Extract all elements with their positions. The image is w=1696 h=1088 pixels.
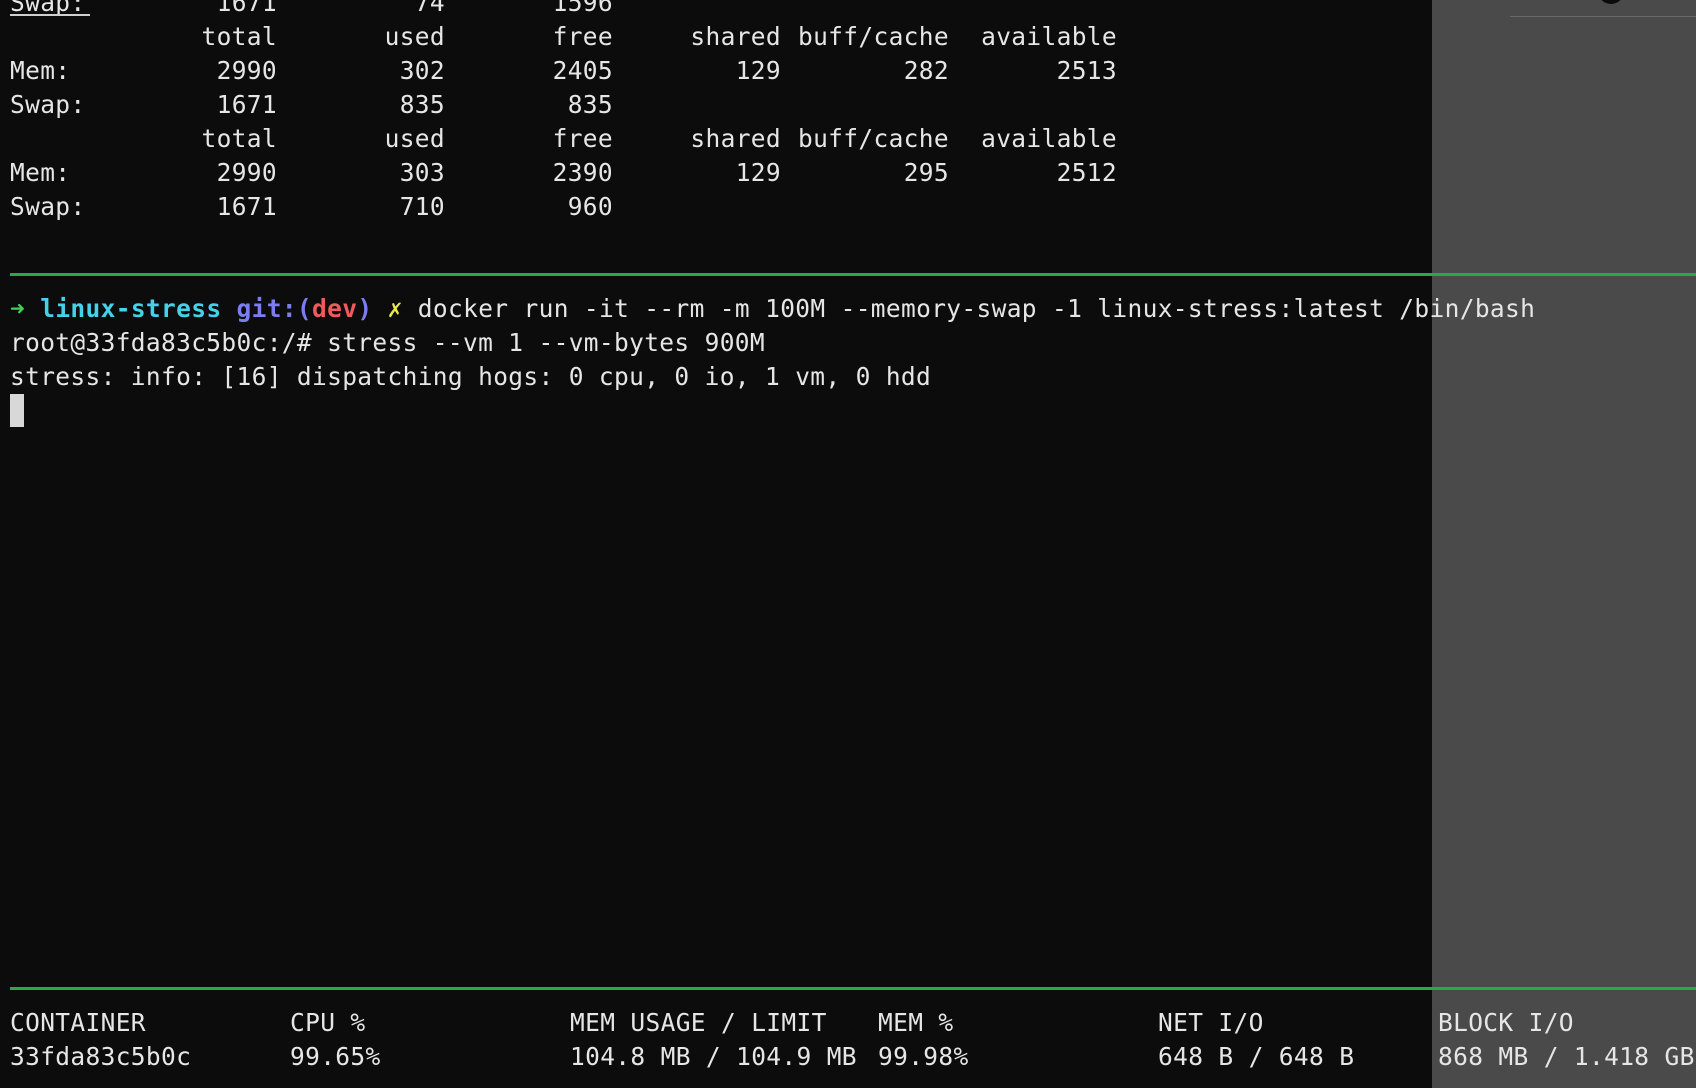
header-shared: shared — [690, 124, 781, 153]
prompt-branch: dev — [312, 294, 358, 323]
cell-shared: 129 — [735, 158, 781, 187]
side-panel — [1432, 0, 1696, 1088]
header-available: available — [981, 22, 1117, 51]
cell-used: 303 — [399, 158, 445, 187]
header-shared: shared — [690, 22, 781, 51]
header-free: free — [552, 22, 613, 51]
row-label: Mem: — [10, 56, 71, 85]
header-used: used — [384, 124, 445, 153]
pane-divider[interactable] — [10, 273, 1696, 276]
container-command-line: root@33fda83c5b0c:/# stress --vm 1 --vm-… — [10, 328, 766, 357]
cell-free: 960 — [567, 192, 613, 221]
header-cpu: CPU % — [290, 1008, 366, 1037]
prompt-git-open: git:( — [236, 294, 313, 323]
header-mem-usage: MEM USAGE / LIMIT — [570, 1008, 827, 1037]
header-buff-cache: buff/cache — [797, 22, 949, 51]
stat-container: 33fda83c5b0c — [10, 1042, 192, 1071]
cell-used: 302 — [399, 56, 445, 85]
header-buff-cache: buff/cache — [797, 124, 949, 153]
terminal-pane[interactable] — [0, 0, 1432, 1088]
cell-free: 2405 — [552, 56, 613, 85]
cell-shared: 129 — [735, 56, 781, 85]
row-label: Mem: — [10, 158, 71, 187]
cell-used: 710 — [399, 192, 445, 221]
cell-total: 1671 — [216, 0, 277, 17]
cell-available: 2512 — [1056, 158, 1117, 187]
header-available: available — [981, 124, 1117, 153]
cell-buff-cache: 282 — [903, 56, 949, 85]
cell-free: 835 — [567, 90, 613, 119]
row-label: Swap: — [10, 192, 86, 221]
cell-buff-cache: 295 — [903, 158, 949, 187]
cell-available: 2513 — [1056, 56, 1117, 85]
stat-cpu: 99.65% — [290, 1042, 381, 1071]
stat-net-io: 648 B / 648 B — [1158, 1042, 1355, 1071]
header-total: total — [201, 22, 277, 51]
prompt-line: ➜ linux-stress git:(dev) ✗ docker run -i… — [10, 294, 1535, 324]
header-mem-pct: MEM % — [878, 1008, 954, 1037]
cell-total: 2990 — [216, 56, 277, 85]
terminal-cursor[interactable] — [10, 394, 24, 427]
stat-block-io: 868 MB / 1.418 GB — [1438, 1042, 1695, 1071]
prompt-arrow-icon: ➜ — [10, 294, 26, 323]
stat-mem-usage: 104.8 MB / 104.9 MB — [570, 1042, 857, 1071]
row-label: Swap: — [10, 90, 86, 119]
header-block-io: BLOCK I/O — [1438, 1008, 1574, 1037]
stress-info-line: stress: info: [16] dispatching hogs: 0 c… — [10, 362, 932, 391]
side-panel-divider — [1510, 16, 1696, 17]
header-container: CONTAINER — [10, 1008, 146, 1037]
stat-mem-pct: 99.98% — [878, 1042, 969, 1071]
header-total: total — [201, 124, 277, 153]
cell-free: 1596 — [552, 0, 613, 17]
cell-used: 835 — [399, 90, 445, 119]
prompt-command: docker run -it --rm -m 100M --memory-swa… — [417, 294, 1536, 323]
header-net-io: NET I/O — [1158, 1008, 1264, 1037]
cell-used: 74 — [414, 0, 445, 17]
prompt-dirty-icon: ✗ — [387, 294, 403, 323]
cell-total: 1671 — [216, 90, 277, 119]
prompt-git-close: ) — [357, 294, 373, 323]
cell-free: 2390 — [552, 158, 613, 187]
prompt-directory: linux-stress — [40, 294, 222, 323]
pane-divider[interactable] — [10, 987, 1696, 990]
cell-total: 1671 — [216, 192, 277, 221]
header-used: used — [384, 22, 445, 51]
cut-underline — [10, 14, 90, 16]
cell-total: 2990 — [216, 158, 277, 187]
header-free: free — [552, 124, 613, 153]
